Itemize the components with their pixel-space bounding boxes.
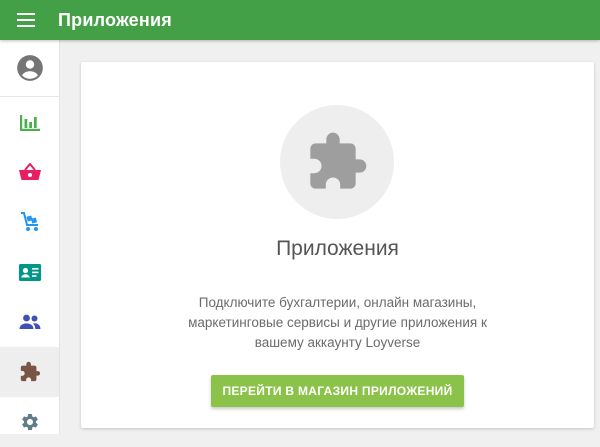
sidebar-item-apps[interactable] [0, 347, 59, 397]
sidebar-item-account[interactable] [0, 40, 59, 97]
puzzle-icon [20, 361, 40, 382]
description-line: маркетинговые сервисы и другие приложени… [188, 315, 487, 330]
cart-icon [20, 212, 38, 231]
sidebar [0, 40, 60, 434]
account-circle-icon [16, 55, 43, 81]
contact-card-icon [18, 263, 41, 281]
description-line: Подключите бухгалтерии, онлайн магазины, [198, 295, 477, 310]
puzzle-icon [310, 132, 367, 189]
apps-card: Приложения Подключите бухгалтерии, онлай… [81, 62, 594, 428]
card-title: Приложения [276, 237, 399, 260]
settings-icon [21, 414, 38, 430]
card-description: Подключите бухгалтерии, онлайн магазины,… [161, 293, 514, 353]
sidebar-item-inventory[interactable] [0, 197, 59, 247]
sidebar-item-items[interactable] [0, 147, 59, 197]
sidebar-item-reports[interactable] [0, 97, 59, 147]
menu-icon [17, 13, 35, 27]
top-app-bar: Приложения [0, 0, 600, 40]
apps-illustration [280, 105, 394, 219]
sidebar-item-employees[interactable] [0, 297, 59, 347]
main-content: Приложения Подключите бухгалтерии, онлай… [60, 40, 600, 434]
people-icon [19, 314, 40, 329]
basket-icon [18, 163, 41, 180]
page-title: Приложения [58, 9, 172, 30]
go-to-app-store-button[interactable]: ПЕРЕЙТИ В МАГАЗИН ПРИЛОЖЕНИЙ [211, 375, 464, 407]
sidebar-item-customers[interactable] [0, 247, 59, 297]
sidebar-item-settings[interactable] [0, 397, 59, 447]
description-line: вашему аккаунту Loyverse [254, 335, 421, 350]
bar-chart-icon [19, 115, 40, 131]
menu-button[interactable] [14, 0, 38, 40]
